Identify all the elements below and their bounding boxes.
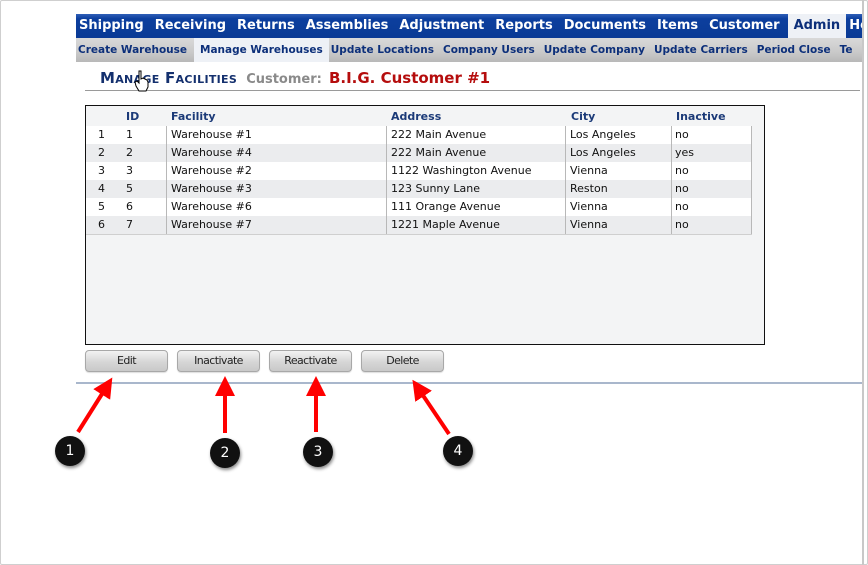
callout-3: 3 (303, 437, 333, 467)
callout-4: 4 (443, 436, 473, 466)
arrow-4 (412, 379, 451, 436)
callout-2: 2 (210, 438, 240, 468)
annotation-arrows (76, 376, 451, 436)
callout-1: 1 (55, 436, 85, 466)
arrow-1 (76, 377, 113, 434)
